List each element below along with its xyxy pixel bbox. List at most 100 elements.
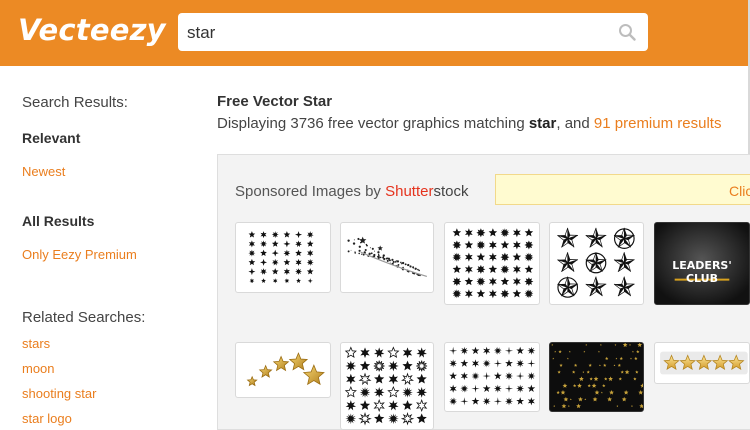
rating-stars-thumbnail[interactable] (654, 342, 750, 384)
star-shape (527, 359, 536, 368)
sparkle-dot (418, 269, 420, 272)
star-shape (402, 347, 413, 359)
star-shape (567, 405, 570, 407)
star-shape (306, 231, 314, 238)
star-shape (476, 252, 486, 261)
search-icon[interactable] (618, 23, 636, 41)
star-shape (402, 400, 413, 410)
star-shape (464, 228, 473, 238)
filter-only-premium-link[interactable]: Only Eezy Premium (22, 247, 137, 262)
sponsored-label: Sponsored Images by Shutterstock (235, 183, 468, 200)
click-banner-text[interactable]: Click (729, 183, 750, 199)
star-shapes-grid-thumbnail[interactable] (235, 222, 331, 293)
star-shape (471, 371, 480, 381)
star-shape (566, 357, 569, 360)
click-banner[interactable] (495, 174, 750, 205)
star-shape (271, 240, 279, 247)
star-shape (248, 240, 255, 248)
leaders-club-thumbnail[interactable]: LEADERS' CLUB (654, 222, 750, 305)
sparkle-dot (353, 239, 355, 241)
star-shape (460, 371, 468, 381)
star-shape (464, 289, 473, 299)
star-shape (471, 346, 480, 355)
star-shape (258, 364, 273, 378)
star-shape (488, 264, 498, 273)
star-shape (400, 411, 415, 426)
star-shape (359, 360, 371, 371)
black-star-icons-thumbnail[interactable] (444, 222, 540, 305)
star-shape (619, 356, 623, 360)
sparkle-dot (404, 263, 407, 266)
star-shape (296, 278, 301, 283)
star-shape (584, 398, 587, 401)
star-shape (516, 371, 525, 381)
sparkle-dot (412, 267, 414, 269)
star-shape (416, 399, 428, 413)
gold-stars-arc-thumbnail[interactable] (235, 342, 331, 398)
star-shape (271, 231, 279, 239)
star-shape (476, 289, 486, 298)
star-shape (500, 228, 510, 238)
star-shape (476, 240, 486, 250)
related-link-stars[interactable]: stars (22, 336, 50, 351)
premium-results-link[interactable]: 91 premium results (594, 115, 722, 132)
star-shape (402, 360, 413, 371)
shooting-star-sparkle-thumbnail[interactable] (340, 222, 434, 293)
star-shape (603, 363, 607, 367)
star-shape (631, 405, 633, 407)
star-shape (635, 370, 639, 374)
star-shape (640, 383, 643, 388)
gold-stars-arc-image (246, 352, 325, 387)
related-link-shooting-star[interactable]: shooting star (22, 386, 96, 401)
gold-star-pattern-thumbnail[interactable] (549, 342, 644, 412)
sort-relevant[interactable]: Relevant (22, 130, 80, 146)
star-shape (295, 231, 303, 239)
star-shape (452, 289, 462, 299)
filter-all-results[interactable]: All Results (22, 213, 94, 229)
related-searches-heading: Related Searches: (22, 309, 146, 326)
results-connector: , and (556, 115, 594, 132)
star-shape (572, 370, 576, 374)
star-shape (345, 413, 357, 425)
results-count-text: Displaying 3736 free vector graphics mat… (217, 115, 529, 132)
star-shape (527, 397, 535, 406)
sparkle-dot (347, 239, 350, 242)
star-shape (616, 405, 619, 407)
star-shape (556, 390, 560, 394)
star-shape (551, 343, 554, 346)
star-shape (471, 359, 480, 368)
sponsored-by-text: Sponsored Images by (235, 183, 386, 200)
star-shape (260, 258, 268, 266)
star-shape (401, 372, 414, 386)
ornate-star-collection-thumbnail[interactable] (340, 342, 434, 430)
star-shape (476, 264, 486, 274)
star-shape (512, 289, 522, 298)
star-shape (464, 252, 473, 262)
star-shape (449, 346, 458, 355)
sort-newest-link[interactable]: Newest (22, 164, 65, 179)
vecteezy-logo[interactable]: Vecteezy (18, 13, 166, 47)
star-shape (387, 385, 400, 398)
star-shape (588, 363, 592, 367)
star-shape (562, 383, 568, 388)
related-link-star-logo[interactable]: star logo (22, 411, 72, 426)
sparkle-dot (354, 252, 357, 254)
star-shape (482, 371, 491, 381)
star-shape (248, 268, 256, 276)
star-shape (488, 252, 497, 262)
star-shape (460, 346, 469, 355)
sparkle-dot (392, 260, 395, 264)
star-shape (527, 384, 536, 392)
sparkle-dot (379, 256, 382, 259)
search-input[interactable] (187, 22, 607, 44)
nautical-stars-thumbnail[interactable] (549, 222, 644, 305)
star-shape (358, 411, 372, 426)
related-link-moon[interactable]: moon (22, 361, 55, 376)
sparkle-star-set-thumbnail[interactable] (444, 342, 540, 412)
sparkle-dot (401, 261, 405, 265)
star-shape (471, 384, 480, 393)
search-box[interactable] (178, 13, 648, 51)
star-shape (358, 372, 372, 386)
star-shape (592, 396, 598, 402)
star-shape (608, 376, 613, 381)
